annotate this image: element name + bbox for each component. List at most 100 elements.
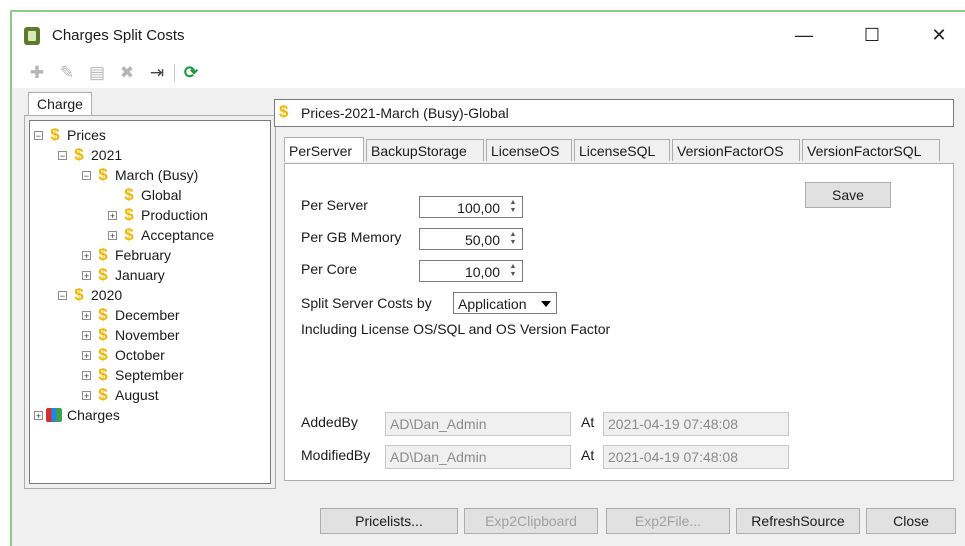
exp2clipboard-button[interactable]: Exp2Clipboard	[464, 508, 598, 534]
save-button[interactable]: Save	[805, 182, 891, 208]
modified-at-field: 2021-04-19 07:48:08	[603, 445, 789, 469]
dollar-icon: $	[98, 245, 108, 264]
tree-node-label: Production	[141, 207, 208, 223]
tree-node-2020[interactable]: $2020	[70, 285, 122, 305]
tab-licenseos[interactable]: LicenseOS	[486, 139, 572, 161]
refresh-icon[interactable]: ⟳	[180, 62, 202, 84]
dollar-icon: $	[124, 185, 134, 204]
add-icon[interactable]: ✚	[26, 62, 48, 84]
split-costs-value: Application	[458, 296, 527, 312]
perserver-panel: Per Server 100,00 ▲ ▼ Per GB Memory 50,00…	[284, 163, 954, 481]
tree-node-label: December	[115, 307, 180, 323]
collapse-toggle[interactable]: −	[34, 131, 43, 141]
refresh-source-button[interactable]: RefreshSource	[736, 508, 860, 534]
exp2file-button[interactable]: Exp2File...	[606, 508, 730, 534]
expand-toggle[interactable]: +	[82, 251, 91, 261]
toolbar: ✚ ✎ ▤ ✖ ⇥ ⟳	[12, 58, 965, 88]
per-core-input[interactable]: 10,00 ▲ ▼	[419, 260, 523, 282]
added-by-label: AddedBy	[301, 414, 358, 430]
dollar-icon: $	[279, 102, 289, 121]
tree-node-label: Acceptance	[141, 227, 215, 243]
tree-node-acceptance[interactable]: $ Acceptance	[120, 225, 214, 245]
spinner-icon[interactable]: ▲ ▼	[506, 263, 520, 279]
added-at-label: At	[581, 414, 595, 430]
modified-at-label: At	[581, 447, 595, 463]
tree-node-label: September	[115, 367, 184, 383]
expand-toggle[interactable]: +	[82, 271, 91, 281]
tree-node-label: Charges	[67, 407, 120, 423]
collapse-toggle[interactable]: −	[82, 171, 91, 181]
spinner-icon[interactable]: ▲ ▼	[506, 231, 520, 247]
added-at-field: 2021-04-19 07:48:08	[603, 412, 789, 436]
chevron-down-icon	[541, 301, 551, 307]
selected-path-box: $ Prices-2021-March (Busy)-Global	[274, 99, 954, 127]
close-window-button[interactable]: ✕	[917, 20, 961, 50]
tree-node-september[interactable]: $ September	[94, 365, 183, 385]
dollar-icon: $	[124, 225, 134, 244]
added-by-field: AD\Dan_Admin	[385, 412, 571, 436]
expand-toggle[interactable]: +	[82, 311, 91, 321]
close-button[interactable]: Close	[866, 508, 956, 534]
tab-versionfactoros[interactable]: VersionFactorOS	[672, 139, 800, 161]
expand-toggle[interactable]: +	[108, 231, 117, 241]
tree-node-december[interactable]: $ December	[94, 305, 180, 325]
tree-node-label: Global	[141, 187, 182, 203]
modified-by-field: AD\Dan_Admin	[385, 445, 571, 469]
edit-icon[interactable]: ✎	[56, 62, 78, 84]
tree-node-label: Prices	[67, 127, 106, 143]
collapse-toggle[interactable]: −	[58, 291, 67, 301]
expand-toggle[interactable]: +	[82, 391, 91, 401]
tree-node-prices[interactable]: $ Prices	[46, 125, 106, 145]
selected-path: Prices-2021-March (Busy)-Global	[301, 105, 509, 121]
tree-node-october[interactable]: $ October	[94, 345, 165, 365]
per-server-label: Per Server	[301, 197, 368, 213]
tree-node-label: March (Busy)	[115, 167, 199, 183]
dollar-icon: $	[74, 145, 84, 164]
tree-node-global[interactable]: $ Global	[120, 185, 181, 205]
tree-node-production[interactable]: $ Production	[120, 205, 208, 225]
split-costs-label: Split Server Costs by	[301, 295, 432, 311]
expand-toggle[interactable]: +	[108, 211, 117, 221]
per-core-value: 10,00	[464, 264, 500, 280]
dollar-icon: $	[98, 305, 108, 324]
expand-toggle[interactable]: +	[82, 351, 91, 361]
tree-node-label: October	[115, 347, 165, 363]
toolbar-separator	[174, 64, 175, 82]
app-icon	[24, 27, 40, 45]
tree-node-january[interactable]: $ January	[94, 265, 165, 285]
tree-node-march[interactable]: $ March (Busy)	[94, 165, 198, 185]
expand-toggle[interactable]: +	[82, 371, 91, 381]
tree-node-label: January	[115, 267, 165, 283]
tree-node-label: 2021	[91, 147, 123, 163]
tree-node-february[interactable]: $ February	[94, 245, 171, 265]
expand-toggle[interactable]: +	[34, 411, 43, 421]
split-costs-select[interactable]: Application	[453, 292, 557, 314]
tab-backupstorage[interactable]: BackupStorage	[366, 139, 484, 161]
dollar-icon: $	[98, 385, 108, 404]
export-icon[interactable]: ⇥	[146, 62, 168, 84]
save-icon[interactable]: ▤	[86, 62, 108, 84]
per-server-input[interactable]: 100,00 ▲ ▼	[419, 196, 523, 218]
tree-node-2021[interactable]: $2021	[70, 145, 122, 165]
pricelists-button[interactable]: Pricelists...	[320, 508, 458, 534]
maximize-button[interactable]: ☐	[850, 20, 894, 50]
tree-panel: − $ Prices − $2021 − $ March (Busy) $ Globa…	[24, 115, 276, 489]
expand-toggle[interactable]: +	[82, 331, 91, 341]
spinner-icon[interactable]: ▲ ▼	[506, 199, 520, 215]
delete-icon[interactable]: ✖	[116, 62, 138, 84]
minimize-button[interactable]: —	[782, 20, 826, 50]
tree-node-charges[interactable]: Charges	[46, 405, 120, 425]
tree-node-label: August	[115, 387, 159, 403]
charge-tree[interactable]: − $ Prices − $2021 − $ March (Busy) $ Globa…	[29, 120, 271, 484]
tab-licensesql[interactable]: LicenseSQL	[574, 139, 670, 161]
tab-charge[interactable]: Charge	[28, 92, 92, 117]
collapse-toggle[interactable]: −	[58, 151, 67, 161]
tab-perserver[interactable]: PerServer	[284, 137, 364, 162]
tab-versionfactorsql[interactable]: VersionFactorSQL	[802, 139, 940, 161]
including-note: Including License OS/SQL and OS Version …	[301, 321, 611, 337]
per-gb-memory-input[interactable]: 50,00 ▲ ▼	[419, 228, 523, 250]
dollar-icon: $	[98, 165, 108, 184]
tree-node-august[interactable]: $ August	[94, 385, 159, 405]
tree-node-november[interactable]: $ November	[94, 325, 179, 345]
dollar-icon: $	[98, 345, 108, 364]
